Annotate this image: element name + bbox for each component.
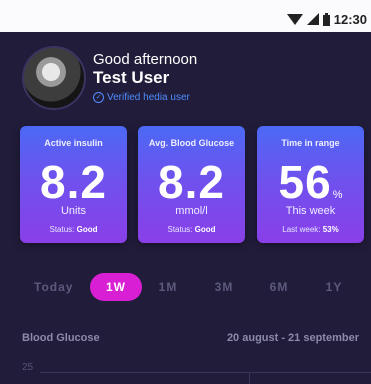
wifi-icon <box>286 14 303 25</box>
check-circle-icon: ✓ <box>93 92 104 103</box>
card-title: Avg. Blood Glucose <box>148 138 235 148</box>
user-header: Good afternoon Test User ✓ Verified hedi… <box>22 46 371 112</box>
status-time: 12:30 <box>333 11 367 27</box>
card-status: Status: Good <box>138 225 245 234</box>
card-value: 8.2 <box>40 156 107 208</box>
card-status-value: 53% <box>322 225 339 234</box>
range-1m[interactable]: 1M <box>153 273 183 301</box>
y-axis-tick: 25 <box>22 362 34 373</box>
greeting-text: Good afternoon <box>93 51 198 68</box>
card-unit: mmol/l <box>175 205 208 217</box>
range-1w[interactable]: 1W <box>90 273 142 301</box>
card-title: Active insulin <box>44 138 103 148</box>
card-value-suffix: % <box>332 189 343 201</box>
avatar[interactable] <box>22 46 86 110</box>
card-status-value: Good <box>76 225 98 234</box>
card-unit: Units <box>60 205 87 217</box>
card-status: Status: Good <box>20 225 127 234</box>
card-status-label: Status: <box>167 225 193 234</box>
range-today[interactable]: Today <box>20 273 90 301</box>
signal-icon <box>306 13 319 25</box>
card-value: 8.2 <box>158 156 225 208</box>
card-status: Last week: 53% <box>257 225 364 234</box>
card-status-label: Status: <box>49 225 75 234</box>
blood-glucose-title: Blood Glucose <box>22 332 100 344</box>
verified-badge: ✓ Verified hedia user <box>93 92 190 103</box>
card-title: Time in range <box>281 138 340 148</box>
avg-blood-glucose-card[interactable]: Avg. Blood Glucose 8.2 mmol/l Status: Go… <box>138 126 245 243</box>
blood-glucose-date-range[interactable]: 20 august - 21 september <box>227 332 359 344</box>
card-value: 56% <box>257 155 364 209</box>
summary-cards: Active insulin 8.2 Units Status: Good Av… <box>20 126 371 244</box>
verified-label: Verified hedia user <box>107 92 190 103</box>
time-range-selector: Today 1W 1M 3M 6M 1Y <box>20 273 371 301</box>
card-status-value: Good <box>194 225 216 234</box>
card-value-number: 56 <box>278 156 332 208</box>
battery-icon <box>322 12 330 26</box>
card-status-label: Last week: <box>282 225 321 234</box>
card-unit: This week <box>285 205 336 217</box>
status-icons: 12:30 <box>286 10 367 28</box>
time-in-range-card[interactable]: Time in range 56% This week Last week: 5… <box>257 126 364 243</box>
status-bar: 12:30 <box>0 0 371 32</box>
range-6m[interactable]: 6M <box>264 273 294 301</box>
chart-date-marker <box>249 373 250 384</box>
range-1y[interactable]: 1Y <box>319 273 349 301</box>
chart-gridline <box>40 372 371 373</box>
user-name: Test User <box>93 68 170 87</box>
range-3m[interactable]: 3M <box>209 273 239 301</box>
active-insulin-card[interactable]: Active insulin 8.2 Units Status: Good <box>20 126 127 243</box>
